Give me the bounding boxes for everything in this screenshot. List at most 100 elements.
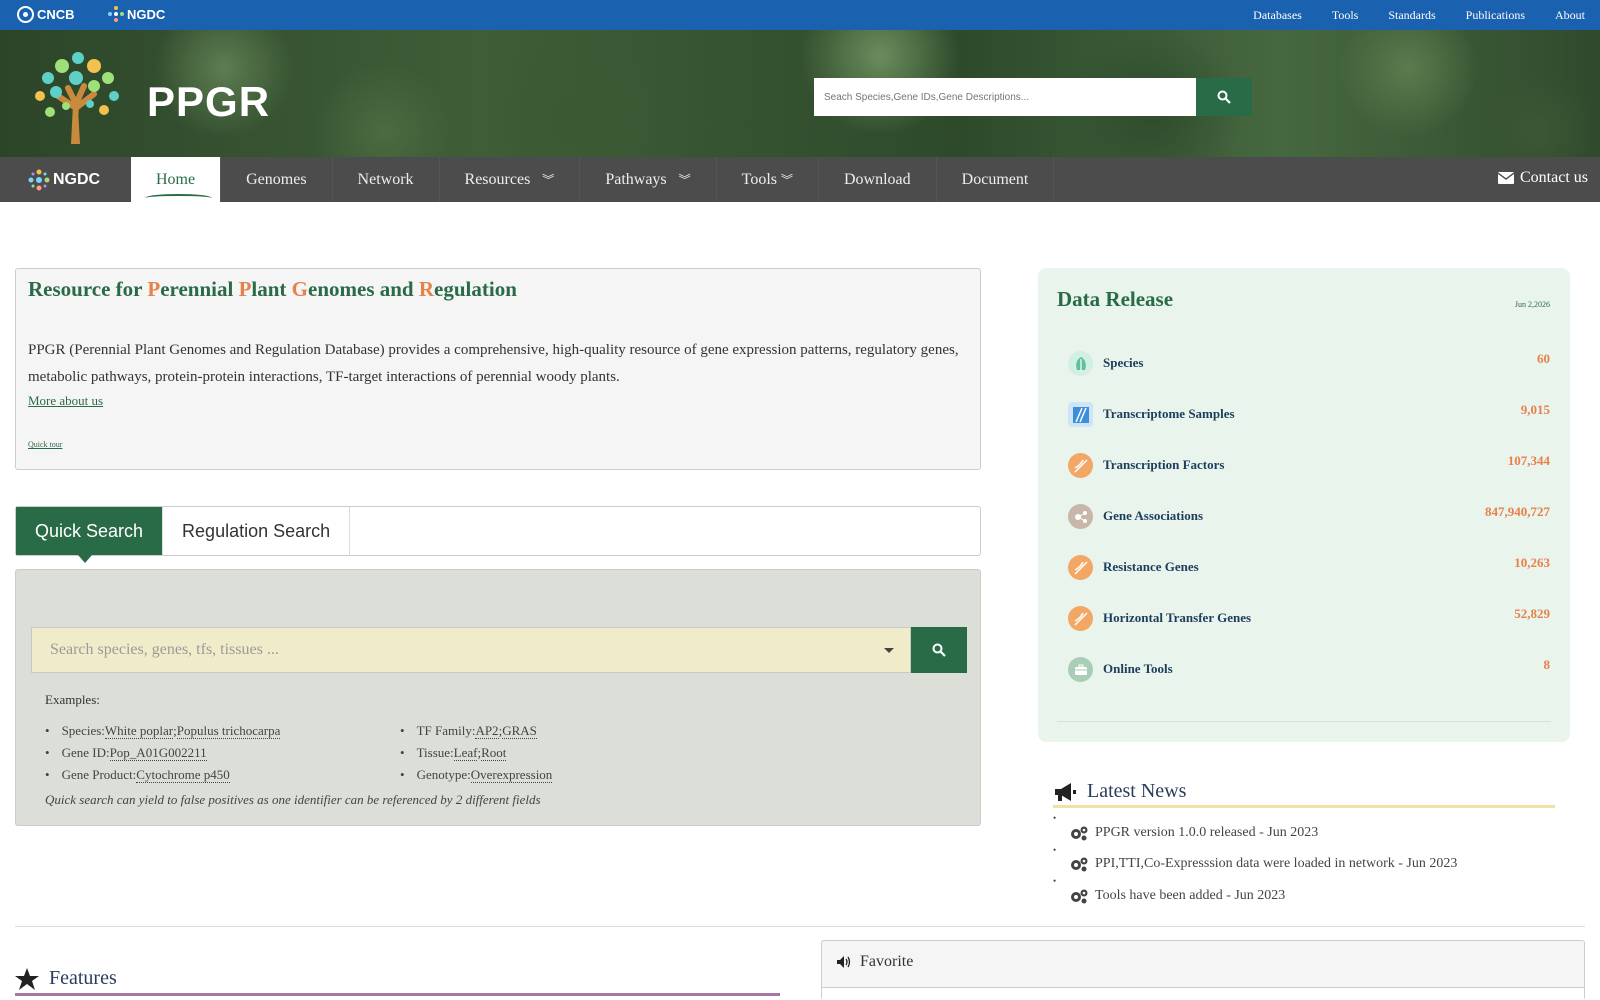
nav-ngdc-text: NGDC — [53, 171, 101, 188]
tab-regulation-search[interactable]: Regulation Search — [163, 507, 351, 555]
example-tissue: Tissue:Leaf;Root — [400, 742, 552, 764]
nav-pathways-label: Pathways — [605, 170, 667, 188]
nav-pathways[interactable]: Pathways ︾ — [580, 157, 717, 202]
stat-row-online-tools[interactable]: Online Tools 8 — [1068, 657, 1550, 683]
tree-logo-icon[interactable] — [28, 48, 128, 144]
gears-icon — [1069, 825, 1089, 841]
example-gene-product: Gene Product:Cytochrome p450 — [45, 764, 280, 786]
stat-label: Online Tools — [1103, 661, 1173, 676]
example-link[interactable]: AP2 — [475, 723, 499, 739]
stat-row-transcription-factors[interactable]: Transcription Factors 107,344 — [1068, 453, 1550, 479]
latest-news-title: Latest News — [1087, 780, 1187, 802]
top-nav-databases[interactable]: Databases — [1253, 8, 1302, 23]
example-species: Species:White poplar;Populus trichocarpa — [45, 720, 281, 742]
stat-label: Resistance Genes — [1103, 559, 1199, 574]
favorite-header: Favorite — [836, 953, 913, 971]
header-search-button[interactable] — [1196, 78, 1252, 116]
more-about-us-link[interactable]: More about us — [28, 393, 103, 409]
news-item[interactable]: Tools have been added - Jun 2023 — [1053, 876, 1457, 912]
news-list: PPGR version 1.0.0 released - Jun 2023 P… — [1053, 813, 1457, 912]
network-icon — [1068, 504, 1093, 529]
title-part: P — [147, 277, 161, 301]
search-icon — [1217, 90, 1231, 104]
favorite-panel: Favorite — [821, 940, 1585, 1000]
features-title: Features — [49, 967, 117, 989]
nav-home[interactable]: Home — [131, 157, 222, 202]
header-search-input[interactable] — [814, 78, 1196, 116]
stat-row-horizontal-transfer-genes[interactable]: Horizontal Transfer Genes 52,829 — [1068, 606, 1550, 632]
news-text: Tools have been added - Jun 2023 — [1095, 887, 1286, 903]
top-bar: CNCB NGDC Databases Tools Standards Publ… — [0, 0, 1600, 30]
quick-search-button[interactable] — [911, 627, 967, 673]
stat-label: Horizontal Transfer Genes — [1103, 610, 1252, 625]
cncb-logo[interactable]: CNCB — [17, 6, 75, 23]
dna-icon — [1068, 606, 1093, 631]
intro-panel: Resource for Perennial Plant Genomes and… — [15, 268, 981, 470]
example-label: Gene ID: — [61, 745, 110, 760]
title-part: erennial — [160, 277, 239, 301]
nav-network-label: Network — [357, 170, 414, 188]
top-nav-standards[interactable]: Standards — [1388, 8, 1435, 23]
stat-value: 9,015 — [1520, 402, 1550, 417]
brand-title: PPGR — [147, 78, 271, 125]
title-part: Resource for — [28, 277, 148, 301]
nav-tools-label: Tools — [741, 170, 777, 188]
nav-tools[interactable]: Tools ︾ — [717, 157, 819, 202]
nav-ngdc-logo[interactable]: NGDC — [28, 169, 100, 191]
title-part: egulation — [434, 277, 517, 301]
favorite-body — [822, 988, 1584, 1000]
double-chevron-down-icon: ︾ — [542, 173, 555, 187]
favorite-title: Favorite — [860, 953, 914, 970]
top-nav-publications[interactable]: Publications — [1466, 8, 1525, 23]
example-link[interactable]: White poplar — [104, 723, 174, 739]
stat-row-transcriptome-samples[interactable]: Transcriptome Samples 9,015 — [1068, 402, 1550, 428]
example-link[interactable]: Cytochrome p450 — [136, 767, 230, 783]
search-tabs: Quick Search Regulation Search — [15, 506, 981, 563]
molecule-icon — [108, 6, 124, 22]
nav-network[interactable]: Network — [333, 157, 440, 202]
ngdc-logo[interactable]: NGDC — [108, 6, 165, 22]
stat-row-gene-associations[interactable]: Gene Associations 847,940,727 — [1068, 504, 1550, 530]
nav-genomes[interactable]: Genomes — [221, 157, 333, 202]
banner: PPGR — [0, 30, 1600, 157]
tab-quick-search[interactable]: Quick Search — [16, 507, 164, 563]
envelope-icon — [1498, 172, 1514, 184]
quick-search-placeholder: Search species, genes, tfs, tissues ... — [50, 641, 279, 658]
nav-document[interactable]: Document — [937, 157, 1055, 202]
example-link[interactable]: Pop_A01G002211 — [109, 745, 207, 761]
top-nav-about[interactable]: About — [1555, 8, 1585, 23]
caret-down-icon[interactable] — [884, 648, 894, 653]
example-link[interactable]: GRAS — [502, 723, 537, 739]
example-link[interactable]: Root — [481, 745, 507, 761]
stat-row-species[interactable]: Species 60 — [1068, 351, 1550, 377]
example-label: TF Family: — [416, 723, 476, 738]
stat-row-resistance-genes[interactable]: Resistance Genes 10,263 — [1068, 555, 1550, 581]
ngdc-logo-text: NGDC — [127, 6, 166, 22]
quick-search-note: Quick search can yield to false positive… — [45, 792, 541, 807]
example-gene-id: Gene ID:Pop_A01G002211 — [45, 742, 280, 764]
latest-news-header: Latest News — [1053, 778, 1555, 808]
quick-tour-link[interactable]: Quick tour — [28, 440, 62, 449]
leaf-icon — [1068, 351, 1093, 376]
divider — [1057, 721, 1551, 722]
news-text: PPGR version 1.0.0 released - Jun 2023 — [1095, 824, 1319, 840]
example-link[interactable]: Leaf — [453, 745, 478, 761]
main-nav: NGDC Home Genomes Network Resources ︾ Pat… — [0, 157, 1600, 202]
quick-search-input[interactable]: Search species, genes, tfs, tissues ... — [31, 627, 911, 673]
contact-us-link[interactable]: Contact us — [1498, 169, 1588, 187]
news-item[interactable]: PPGR version 1.0.0 released - Jun 2023 — [1053, 813, 1457, 849]
double-chevron-down-icon: ︾ — [780, 173, 793, 187]
intro-title: Resource for Perennial Plant Genomes and… — [28, 277, 517, 302]
top-nav-tools[interactable]: Tools — [1332, 8, 1359, 23]
stat-label: Transcription Factors — [1103, 457, 1225, 472]
news-item[interactable]: PPI,TTI,Co-Expresssion data were loaded … — [1053, 845, 1457, 881]
example-link[interactable]: Populus trichocarpa — [176, 723, 281, 739]
nav-resources[interactable]: Resources ︾ — [440, 157, 581, 202]
example-link[interactable]: Overexpression — [470, 767, 553, 783]
nav-download[interactable]: Download — [819, 157, 937, 202]
speaker-icon — [837, 956, 851, 968]
double-chevron-down-icon: ︾ — [678, 173, 691, 187]
example-label: Tissue: — [416, 745, 454, 760]
data-release-title: Data Release — [1057, 287, 1174, 311]
cncb-logo-text: CNCB — [37, 7, 75, 22]
